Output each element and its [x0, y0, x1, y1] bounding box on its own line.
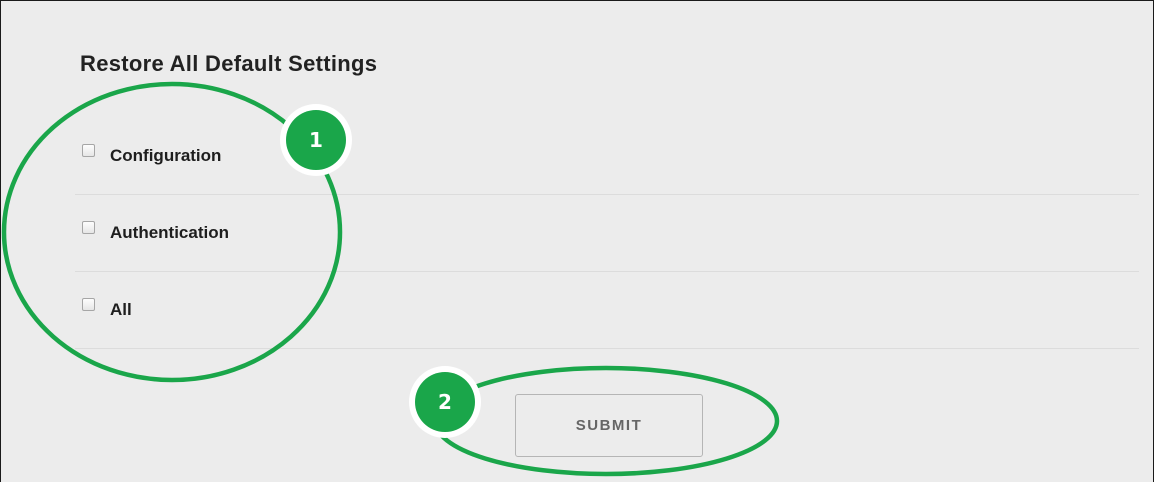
all-checkbox[interactable]: [82, 298, 95, 311]
option-row-authentication: Authentication: [75, 196, 1139, 272]
configuration-label[interactable]: Configuration: [110, 146, 221, 166]
authentication-checkbox[interactable]: [82, 221, 95, 234]
section-title: Restore All Default Settings: [80, 51, 378, 76]
authentication-label[interactable]: Authentication: [110, 223, 229, 243]
all-label[interactable]: All: [110, 300, 132, 320]
option-row-configuration: Configuration: [75, 119, 1139, 195]
restore-defaults-panel: Restore All Default Settings Configurati…: [0, 0, 1154, 482]
submit-button[interactable]: SUBMIT: [515, 394, 703, 457]
option-row-all: All: [75, 273, 1139, 349]
configuration-checkbox[interactable]: [82, 144, 95, 157]
